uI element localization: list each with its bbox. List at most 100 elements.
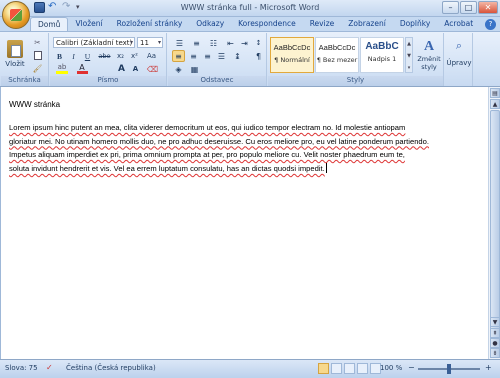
font-family-select[interactable]: Calibri (Základní text): [53, 37, 135, 48]
scroll-down-button[interactable]: ▼: [490, 317, 500, 327]
full-screen-reading-icon[interactable]: [331, 363, 342, 374]
editing-button[interactable]: Úpravy: [445, 57, 473, 69]
view-buttons: [318, 363, 381, 374]
sort-icon[interactable]: ↕: [252, 37, 265, 49]
grow-font-button[interactable]: A: [115, 63, 128, 75]
strikethrough-button[interactable]: abe: [97, 50, 112, 62]
font-color-button[interactable]: A: [74, 63, 90, 75]
paragraph-group: ☰ ≡ ☷ ⇤ ⇥ ↕ ≡ ≡ ≡ ☰ ↨ ◈ ▦ ¶ Odstavec: [168, 33, 267, 86]
superscript-button[interactable]: x²: [128, 50, 141, 62]
office-button[interactable]: [2, 1, 30, 29]
borders-icon[interactable]: ▦: [188, 63, 201, 75]
change-case-button[interactable]: Aa: [145, 50, 158, 62]
style-heading-1[interactable]: AaBbC Nadpis 1: [360, 37, 404, 73]
next-page-icon[interactable]: ⇟: [490, 348, 500, 358]
zoom-in-button[interactable]: +: [485, 363, 492, 372]
subscript-button[interactable]: x₂: [114, 50, 127, 62]
bullets-icon[interactable]: ☰: [172, 37, 187, 49]
justify-icon[interactable]: ☰: [215, 50, 228, 62]
underline-button[interactable]: U: [81, 50, 94, 62]
tab-review[interactable]: Revize: [303, 17, 342, 32]
font-group-label: Písmo: [50, 76, 166, 86]
tab-page-layout[interactable]: Rozložení stránky: [110, 17, 190, 32]
styles-group-label: Styly: [268, 76, 443, 86]
align-center-icon[interactable]: ≡: [187, 50, 200, 62]
spellcheck-icon[interactable]: ✓: [46, 363, 53, 372]
style-no-spacing-label: ¶ Bez mezer: [316, 56, 358, 64]
word-count[interactable]: Slova: 75: [5, 364, 38, 372]
line-1-text: Lorem ipsum hinc putent an mea, clita vi…: [9, 123, 406, 132]
previous-page-icon[interactable]: ⇞: [490, 328, 500, 338]
zoom-level[interactable]: 100 %: [380, 364, 402, 372]
text-cursor: [325, 162, 327, 173]
align-right-icon[interactable]: ≡: [201, 50, 214, 62]
line-spacing-icon[interactable]: ↨: [231, 50, 244, 62]
zoom-out-button[interactable]: −: [408, 363, 415, 372]
clipboard-group-label: Schránka: [1, 76, 48, 86]
paste-label: Vložit: [5, 60, 25, 68]
minimize-button[interactable]: –: [442, 1, 459, 14]
document-body[interactable]: Lorem ipsum hinc putent an mea, clita vi…: [9, 121, 484, 175]
paste-button[interactable]: Vložit: [3, 35, 27, 73]
change-styles-button[interactable]: A Změnit styly: [415, 35, 443, 75]
status-bar: Slova: 75 ✓ Čeština (Česká republika) 10…: [0, 359, 500, 378]
scroll-thumb[interactable]: [490, 110, 500, 340]
web-layout-icon[interactable]: [344, 363, 355, 374]
style-no-spacing[interactable]: AaBbCcDc ¶ Bez mezer: [315, 37, 359, 73]
document-heading[interactable]: WWW stránka: [9, 100, 60, 109]
tab-acrobat[interactable]: Acrobat: [437, 17, 480, 32]
styles-gallery-scroll[interactable]: ▲ ▼ ▾: [405, 37, 413, 73]
shrink-font-button[interactable]: A: [129, 63, 142, 75]
format-painter-icon[interactable]: 🖌: [31, 62, 44, 74]
line-4-text: soluta invidunt hendrerit et vis. Vel ea…: [9, 163, 325, 173]
tab-references[interactable]: Odkazy: [189, 17, 231, 32]
maximize-button[interactable]: □: [460, 1, 477, 14]
align-left-icon[interactable]: ≡: [172, 50, 185, 62]
font-size-select[interactable]: 11: [137, 37, 163, 48]
vertical-scrollbar[interactable]: ▤ ▲ ▼ ⇞ ● ⇟: [488, 87, 500, 359]
multilevel-list-icon[interactable]: ☷: [206, 37, 221, 49]
scroll-up-button[interactable]: ▲: [490, 99, 500, 109]
tab-mailings[interactable]: Korespondence: [231, 17, 303, 32]
change-styles-icon: A: [423, 39, 435, 54]
tab-home[interactable]: Domů: [30, 17, 69, 32]
zoom-slider-thumb[interactable]: [447, 364, 451, 374]
tab-addins[interactable]: Doplňky: [393, 17, 437, 32]
font-group: Calibri (Základní text) 11 B I U abe x₂ …: [50, 33, 167, 86]
line-2-text: gloriatur mei. No utinam homero mollis d…: [9, 136, 429, 146]
italic-button[interactable]: I: [67, 50, 80, 62]
language-indicator[interactable]: Čeština (Česká republika): [66, 364, 156, 372]
ruler-toggle-icon[interactable]: ▤: [490, 88, 500, 98]
show-marks-icon[interactable]: ¶: [252, 50, 265, 62]
window-title: WWW stránka full - Microsoft Word: [180, 3, 320, 12]
decrease-indent-icon[interactable]: ⇤: [224, 37, 237, 49]
zoom-slider[interactable]: [418, 364, 480, 374]
tab-insert[interactable]: Vložení: [68, 17, 109, 32]
paragraph-line: soluta invidunt hendrerit et vis. Vel ea…: [9, 162, 484, 176]
window-controls: – □ ✕: [442, 1, 498, 14]
bold-button[interactable]: B: [53, 50, 66, 62]
style-normal[interactable]: AaBbCcDc ¶ Normální: [270, 37, 314, 73]
help-icon[interactable]: ?: [485, 19, 496, 30]
office-logo-icon: [10, 9, 22, 21]
print-layout-icon[interactable]: [318, 363, 329, 374]
change-styles-label: Změnit styly: [417, 55, 441, 71]
tab-view[interactable]: Zobrazení: [341, 17, 393, 32]
clear-formatting-icon[interactable]: ⌫: [146, 63, 159, 75]
find-icon[interactable]: ⌕: [451, 39, 467, 53]
numbering-icon[interactable]: ≡: [189, 37, 204, 49]
increase-indent-icon[interactable]: ⇥: [238, 37, 251, 49]
outline-icon[interactable]: [357, 363, 368, 374]
highlight-button[interactable]: ab: [53, 63, 71, 75]
font-color-icon: A: [79, 63, 85, 72]
copy-icon[interactable]: [31, 49, 44, 61]
select-browse-object-icon[interactable]: ●: [490, 338, 500, 348]
paragraph-line: Lorem ipsum hinc putent an mea, clita vi…: [9, 121, 484, 135]
editing-group: ⌕ Úpravy: [445, 33, 473, 86]
paragraph-group-label: Odstavec: [168, 76, 266, 86]
shading-icon[interactable]: ◈: [172, 63, 185, 75]
styles-group: AaBbCcDc ¶ Normální AaBbCcDc ¶ Bez mezer…: [268, 33, 444, 86]
cut-icon[interactable]: ✂: [31, 36, 44, 48]
ribbon-tabs: Domů Vložení Rozložení stránky Odkazy Ko…: [30, 17, 500, 32]
close-button[interactable]: ✕: [478, 1, 498, 14]
